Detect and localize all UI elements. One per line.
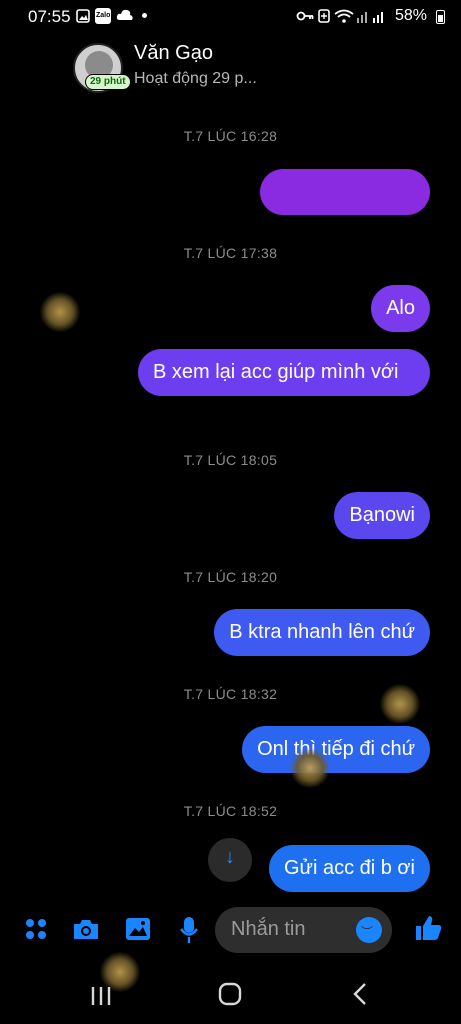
apps-icon[interactable] (24, 917, 48, 948)
message-timestamp: T.7 LÚC 18:20 (183, 569, 278, 585)
recent-apps-button[interactable] (90, 983, 112, 1014)
zalo-label: Zalo (96, 12, 111, 19)
contact-status: Hoạt động 29 p... (134, 70, 257, 87)
dot-icon (142, 13, 147, 18)
message-bubble-blurred[interactable] (260, 169, 430, 215)
camera-icon[interactable] (72, 917, 100, 948)
watermark-logo (40, 292, 80, 332)
microphone-icon[interactable] (179, 916, 199, 951)
wifi-icon (334, 9, 354, 23)
cloud-icon (116, 8, 134, 22)
message-bubble[interactable]: Onl thì tiếp đi chứ (242, 726, 430, 773)
image-icon[interactable] (125, 917, 151, 948)
data-saver-icon (318, 9, 330, 23)
gallery-icon (76, 9, 90, 23)
status-time: 07:55 (28, 7, 71, 26)
message-bubble[interactable]: Alo (371, 285, 430, 332)
like-icon[interactable] (414, 914, 442, 949)
message-bubble[interactable]: B ktra nhanh lên chứ (214, 609, 430, 656)
emoji-icon[interactable] (356, 917, 382, 943)
message-timestamp: T.7 LÚC 18:05 (183, 452, 278, 468)
watermark-logo (290, 748, 330, 788)
message-bubble[interactable]: Gửi acc đi b ơi (269, 845, 430, 892)
status-bar: 07:55 Zalo 58% (0, 0, 461, 34)
contact-name[interactable]: Văn Gạo (134, 42, 213, 65)
signal-icon (356, 9, 388, 23)
message-input-placeholder: Nhắn tin (231, 918, 306, 940)
key-icon (296, 9, 314, 23)
battery-icon (436, 10, 445, 24)
arrow-down-icon: ↓ (225, 846, 235, 868)
battery-level: 58% (394, 7, 427, 24)
watermark-logo (380, 684, 420, 724)
zalo-icon: Zalo (95, 8, 111, 24)
scroll-down-button[interactable]: ↓ (208, 838, 252, 882)
home-button[interactable] (218, 982, 242, 1013)
message-bubble[interactable]: Bạnowi (334, 492, 430, 539)
message-timestamp: T.7 LÚC 17:38 (183, 245, 278, 261)
active-badge: 29 phút (85, 74, 131, 90)
message-timestamp: T.7 LÚC 16:28 (183, 128, 278, 144)
message-timestamp: T.7 LÚC 18:52 (183, 803, 278, 819)
back-button[interactable] (352, 982, 368, 1013)
message-bubble[interactable]: B xem lại acc giúp mình với (138, 349, 430, 396)
